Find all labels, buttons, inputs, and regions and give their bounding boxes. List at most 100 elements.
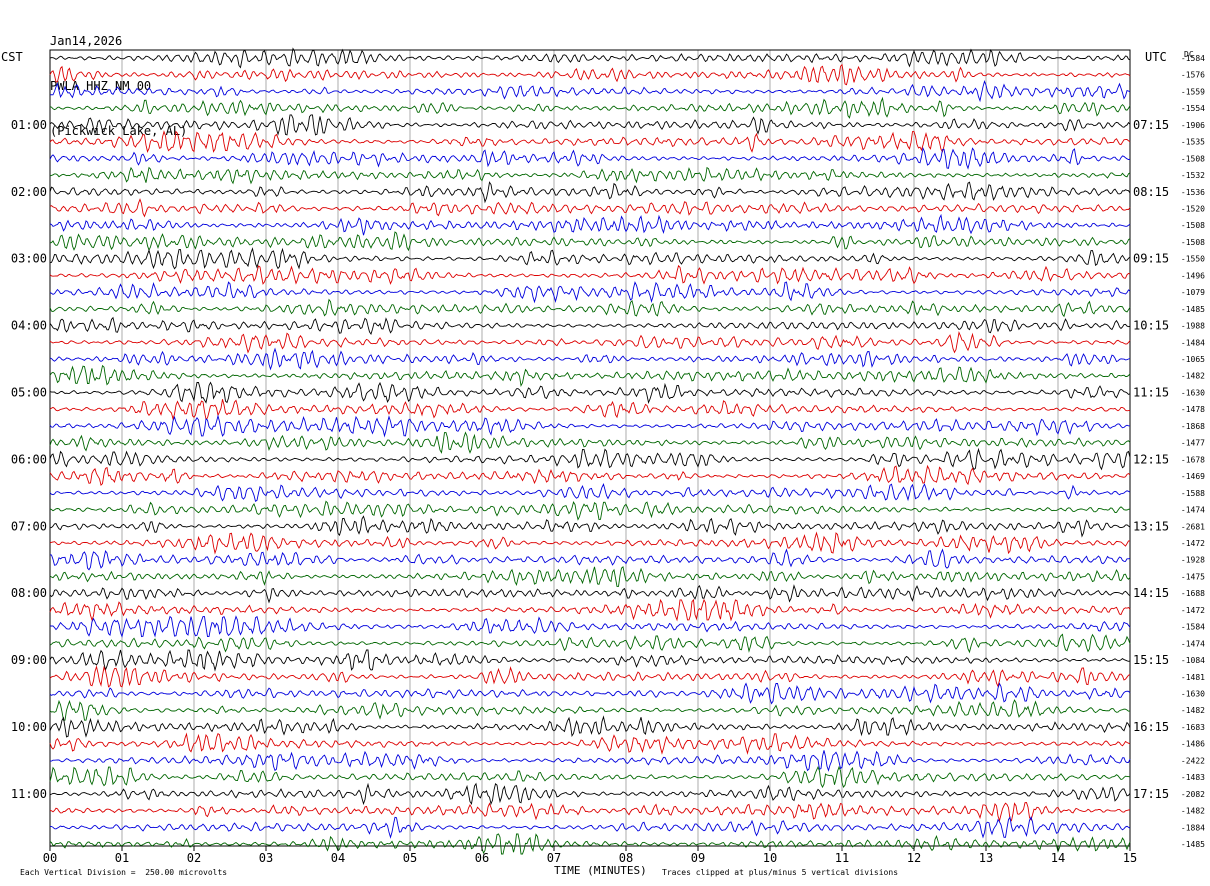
left-time-label: 09:00 <box>11 653 47 667</box>
dc-offset-label: -1630 <box>1181 388 1205 397</box>
seismic-trace <box>50 750 1131 772</box>
seismic-trace <box>49 146 1131 170</box>
dc-offset-label: -1584 <box>1181 54 1205 63</box>
dc-offset-label: -1079 <box>1181 288 1205 297</box>
x-tick-label: 01 <box>115 851 129 865</box>
seismic-trace <box>49 114 1131 136</box>
x-tick-label: 04 <box>331 851 345 865</box>
seismic-trace <box>49 166 1131 185</box>
seismic-trace <box>49 782 1131 806</box>
seismic-trace <box>49 213 1131 236</box>
right-time-label: 13:15 <box>1133 519 1169 533</box>
dc-offset-label: -1065 <box>1181 355 1205 364</box>
seismic-trace <box>49 63 1131 86</box>
seismic-trace <box>49 316 1131 336</box>
seismic-trace <box>49 584 1131 604</box>
seismic-trace <box>49 649 1131 672</box>
seismic-trace <box>49 399 1131 421</box>
x-tick-label: 02 <box>187 851 201 865</box>
seismic-trace <box>49 665 1131 688</box>
right-time-label: 07:15 <box>1133 118 1169 132</box>
left-time-label: 03:00 <box>11 252 47 266</box>
dc-offset-label: -1485 <box>1181 305 1205 314</box>
dc-offset-label: -1472 <box>1181 539 1205 548</box>
dc-offset-label: -1484 <box>1181 338 1205 347</box>
dc-offset-label: -1482 <box>1181 372 1205 381</box>
seismic-trace <box>49 130 1131 153</box>
seismic-trace <box>49 765 1131 789</box>
x-tick-label: 11 <box>835 851 849 865</box>
seismic-trace <box>49 531 1130 555</box>
x-tick-label: 05 <box>403 851 417 865</box>
x-tick-label: 12 <box>907 851 921 865</box>
seismic-trace <box>49 464 1131 487</box>
dc-offset-label: -1474 <box>1181 506 1205 515</box>
seismic-trace <box>49 833 1131 855</box>
right-time-label: 16:15 <box>1133 720 1169 734</box>
seismic-trace <box>50 816 1131 839</box>
dc-offset-label: -1928 <box>1181 556 1205 565</box>
x-tick-label: 14 <box>1051 851 1065 865</box>
seismic-trace <box>49 732 1131 755</box>
dc-offset-label: -1474 <box>1181 639 1205 648</box>
dc-offset-label: -1884 <box>1181 823 1205 832</box>
left-time-label: 06:00 <box>11 452 47 466</box>
seismic-trace <box>49 500 1131 521</box>
dc-offset-label: -1988 <box>1181 322 1205 331</box>
dc-offset-label: -1482 <box>1181 706 1205 715</box>
seismic-trace <box>49 96 1131 119</box>
dc-offset-label: -1481 <box>1181 673 1205 682</box>
x-tick-label: 15 <box>1123 851 1137 865</box>
seismic-trace <box>49 80 1131 103</box>
seismic-trace <box>49 330 1131 354</box>
helicorder-plot: 01:00 02:00 03:00 04:00 05:00 06:00 07:00 08:00… <box>11 47 1205 865</box>
dc-offset-label: -1588 <box>1181 489 1205 498</box>
dc-offset-label: -1477 <box>1181 439 1205 448</box>
left-time-label: 08:00 <box>11 586 47 600</box>
dc-offset-label: -1508 <box>1181 154 1205 163</box>
dc-offset-label: -1688 <box>1181 589 1205 598</box>
seismic-trace <box>49 565 1131 587</box>
right-time-label: 14:15 <box>1133 586 1169 600</box>
x-tick-label: 13 <box>979 851 993 865</box>
x-tick-label: 06 <box>475 851 489 865</box>
left-time-label: 11:00 <box>11 787 47 801</box>
x-tick-label: 03 <box>259 851 273 865</box>
dc-offset-label: -1478 <box>1181 405 1205 414</box>
seismic-trace <box>49 414 1131 438</box>
x-tick-label: 08 <box>619 851 633 865</box>
seismic-trace <box>49 181 1131 204</box>
x-tick-label: 09 <box>691 851 705 865</box>
seismic-trace <box>49 802 1131 823</box>
dc-offset-label: -1576 <box>1181 71 1205 80</box>
dc-offset-label: -2082 <box>1181 790 1205 799</box>
seismic-trace <box>49 47 1131 69</box>
x-tick-label: 00 <box>43 851 57 865</box>
dc-offset-label: -1482 <box>1181 807 1205 816</box>
seismic-trace <box>49 699 1131 721</box>
left-time-label: 05:00 <box>11 385 47 399</box>
seismic-trace <box>49 598 1131 622</box>
dc-offset-label: -1520 <box>1181 205 1205 214</box>
dc-offset-label: -1084 <box>1181 656 1205 665</box>
seismic-trace <box>49 483 1131 503</box>
dc-offset-label: -1906 <box>1181 121 1205 130</box>
seismic-trace <box>50 615 1131 638</box>
seismic-trace <box>49 715 1131 738</box>
dc-offset-label: -1559 <box>1181 87 1205 96</box>
dc-offset-label: -1483 <box>1181 773 1205 782</box>
left-time-label: 10:00 <box>11 720 47 734</box>
scale-note: Each Vertical Division = 250.00 microvol… <box>20 868 228 877</box>
right-time-label: 12:15 <box>1133 452 1169 466</box>
dc-offset-label: -1486 <box>1181 740 1205 749</box>
left-time-label: 02:00 <box>11 185 47 199</box>
dc-offset-label: -1508 <box>1181 221 1205 230</box>
right-time-label: 10:15 <box>1133 319 1169 333</box>
dc-offset-label: -1469 <box>1181 472 1205 481</box>
dc-offset-label: -1535 <box>1181 138 1205 147</box>
dc-offset-label: -1678 <box>1181 455 1205 464</box>
seismic-trace <box>49 431 1131 454</box>
x-tick-label: 10 <box>763 851 777 865</box>
dc-offset-label: -2681 <box>1181 522 1205 531</box>
left-time-label: 04:00 <box>11 319 47 333</box>
